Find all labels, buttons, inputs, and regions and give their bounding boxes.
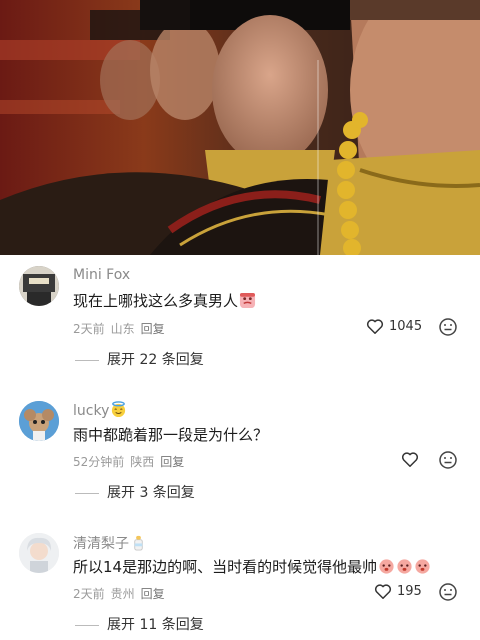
divider-line — [75, 624, 99, 626]
crying-face-emoji-icon — [239, 292, 256, 309]
emoji-reaction-icon[interactable] — [438, 450, 458, 470]
blushing-face-emoji-icon — [415, 559, 430, 574]
comment-username-text: lucky — [73, 403, 110, 419]
comment-time: 2天前 — [73, 587, 105, 601]
avatar[interactable] — [19, 401, 59, 441]
smiling-halo-emoji-icon — [112, 401, 126, 418]
comment-text-content: 所以14是那边的啊、当时看的时候觉得他最帅 — [73, 558, 378, 576]
comment-time: 52分钟前 — [73, 455, 125, 469]
avatar[interactable] — [19, 266, 59, 306]
reply-button[interactable]: 回复 — [141, 587, 165, 601]
comment-text: 现在上哪找这么多真男人 — [73, 290, 256, 311]
comment-username[interactable]: 清清梨子 — [73, 533, 147, 553]
divider-line — [75, 492, 99, 494]
reply-button[interactable]: 回复 — [141, 322, 165, 336]
comment-text: 所以14是那边的啊、当时看的时候觉得他最帅 — [73, 556, 431, 577]
video-still-image — [0, 0, 480, 255]
expand-replies-label: 展开 3 条回复 — [107, 485, 195, 501]
comment-meta: 52分钟前 陕西 回复 — [73, 453, 190, 470]
baby-bottle-emoji-icon — [134, 535, 143, 551]
expand-replies-button[interactable]: 展开 22 条回复 — [75, 349, 204, 369]
like-count: 195 — [397, 584, 422, 599]
comment-username[interactable]: Mini Fox — [73, 267, 130, 283]
emoji-reaction-icon[interactable] — [438, 317, 458, 337]
avatar[interactable] — [19, 533, 59, 573]
comment-text-content: 现在上哪找这么多真男人 — [73, 292, 239, 310]
expand-replies-button[interactable]: 展开 11 条回复 — [75, 614, 204, 634]
comment-location: 山东 — [110, 322, 135, 336]
comment-list: Mini Fox 现在上哪找这么多真男人 2天前 山东 回复 1045 展开 22 … — [0, 255, 480, 640]
comment-username-text: 清清梨子 — [73, 536, 129, 552]
comment-meta: 2天前 贵州 回复 — [73, 585, 171, 602]
like-count: 1045 — [389, 319, 423, 334]
comment-time: 2天前 — [73, 322, 105, 336]
comment-text: 雨中都跪着那一段是为什么？ — [73, 426, 269, 444]
video-frame[interactable] — [0, 0, 480, 255]
emoji-reaction-icon[interactable] — [438, 582, 458, 602]
divider-line — [75, 359, 99, 361]
expand-replies-button[interactable]: 展开 3 条回复 — [75, 482, 195, 502]
reply-button[interactable]: 回复 — [160, 455, 184, 469]
comment-username[interactable]: lucky — [73, 401, 127, 419]
blushing-face-emoji-icon — [397, 559, 412, 574]
expand-replies-label: 展开 11 条回复 — [107, 617, 204, 633]
comment-location: 陕西 — [130, 455, 155, 469]
heart-outline-icon[interactable] — [401, 451, 419, 468]
comment-meta: 2天前 山东 回复 — [73, 320, 171, 337]
heart-outline-icon[interactable] — [366, 318, 384, 335]
expand-replies-label: 展开 22 条回复 — [107, 352, 204, 368]
heart-outline-icon[interactable] — [374, 583, 392, 600]
comment-location: 贵州 — [110, 587, 135, 601]
blushing-face-emoji-icon — [379, 559, 394, 574]
